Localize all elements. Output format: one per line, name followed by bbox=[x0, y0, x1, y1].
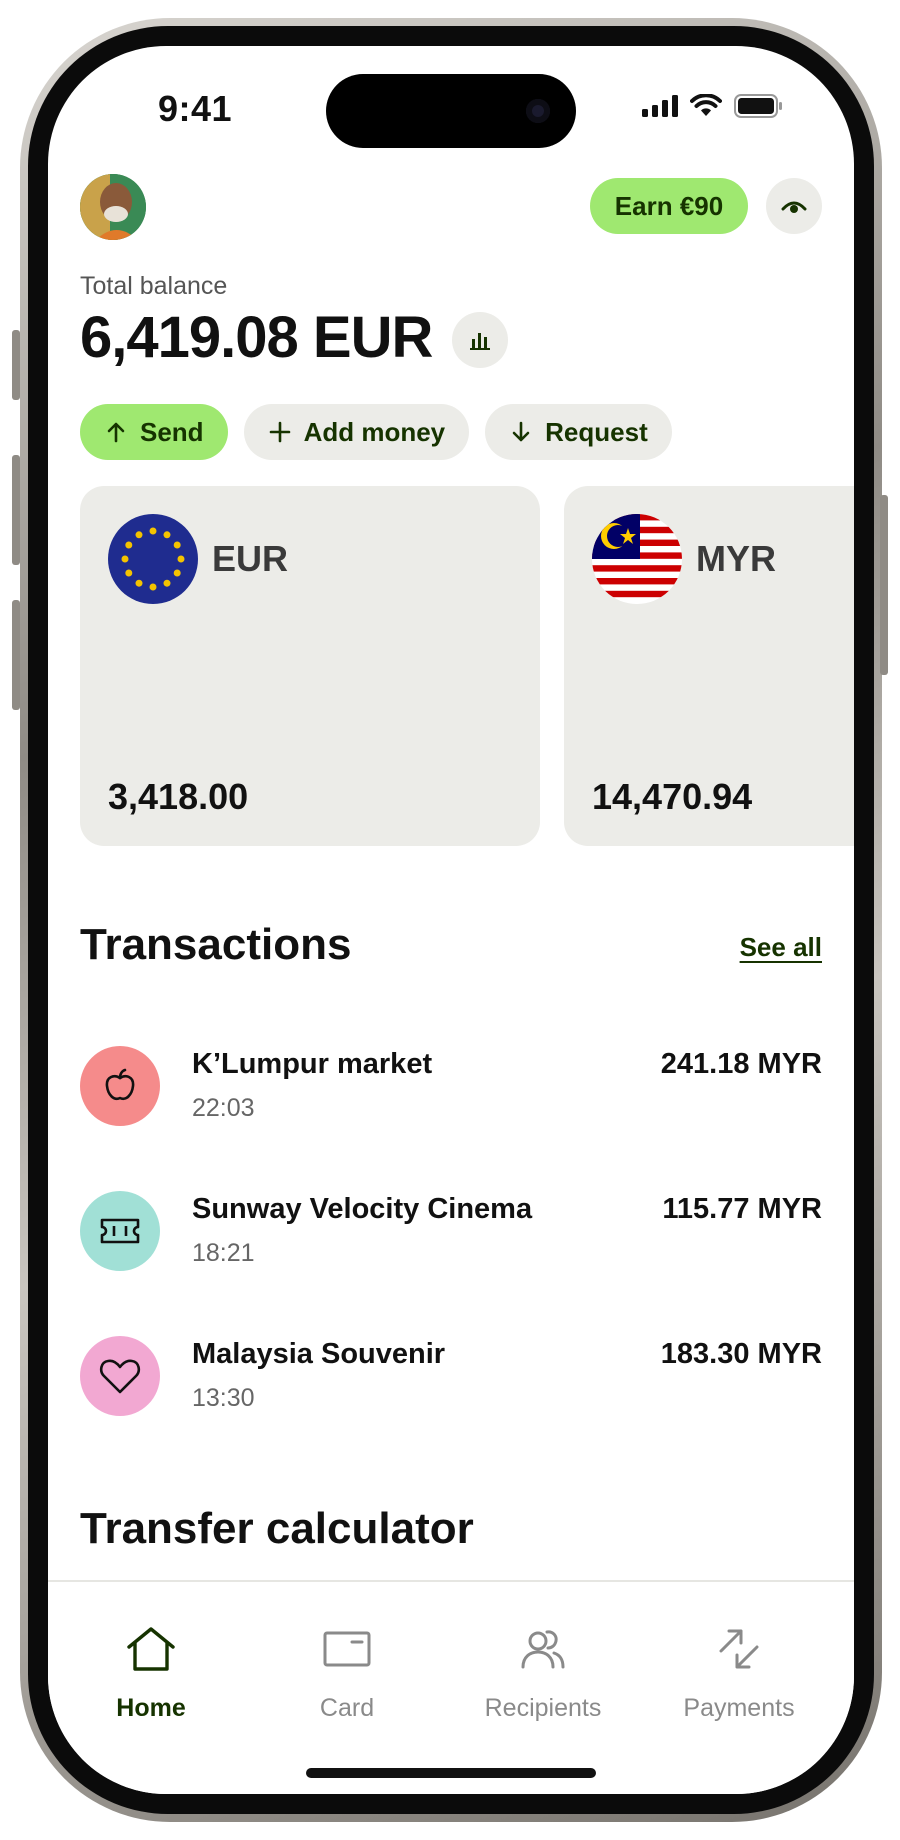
currency-code: EUR bbox=[212, 538, 289, 579]
send-button[interactable]: Send bbox=[80, 404, 228, 460]
transaction-time: 22:03 bbox=[192, 1094, 255, 1122]
bar-chart-icon bbox=[470, 333, 490, 350]
malaysia-flag-icon bbox=[592, 514, 682, 604]
arrow-down-icon bbox=[512, 421, 530, 442]
transaction-time: 18:21 bbox=[192, 1239, 255, 1267]
home-icon bbox=[127, 1627, 175, 1671]
heart-icon bbox=[80, 1336, 160, 1416]
bottom-nav: Home Card Recipients Payments bbox=[48, 1580, 854, 1794]
request-label: Request bbox=[545, 416, 648, 447]
arrow-up-icon bbox=[107, 422, 125, 443]
plus-icon bbox=[269, 421, 290, 443]
visibility-toggle-button[interactable] bbox=[766, 178, 822, 234]
battery-icon bbox=[734, 94, 782, 118]
add-money-button[interactable]: Add money bbox=[243, 404, 470, 460]
nav-item-recipients[interactable]: Recipients bbox=[445, 1618, 641, 1723]
ticket-icon bbox=[80, 1191, 160, 1271]
eu-flag-icon bbox=[108, 514, 198, 604]
send-label: Send bbox=[140, 416, 204, 447]
earn-button[interactable]: Earn €90 bbox=[590, 178, 748, 234]
card-icon bbox=[323, 1631, 371, 1667]
avatar-image bbox=[80, 174, 146, 240]
recipients-icon bbox=[521, 1630, 565, 1669]
eye-icon bbox=[781, 201, 807, 213]
insights-button[interactable] bbox=[452, 312, 508, 368]
add-money-label: Add money bbox=[303, 416, 446, 447]
nav-item-card[interactable]: Card bbox=[249, 1618, 445, 1723]
volume-down-button bbox=[12, 600, 20, 710]
transaction-row[interactable]: Sunway Velocity Cinema 18:21 115.77 MYR bbox=[80, 1191, 822, 1281]
transaction-row[interactable]: K’Lumpur market 22:03 241.18 MYR bbox=[80, 1046, 822, 1136]
transaction-time: 13:30 bbox=[192, 1384, 255, 1412]
payments-icon bbox=[719, 1629, 759, 1669]
status-icons bbox=[642, 94, 784, 118]
total-balance-amount: 6,419.08 EUR bbox=[80, 305, 433, 370]
transaction-name: Malaysia Souvenir bbox=[192, 1338, 446, 1370]
nav-item-home[interactable]: Home bbox=[53, 1618, 249, 1723]
currency-amount: 3,418.00 bbox=[108, 776, 249, 817]
currency-card-myr[interactable]: MYR 14,470.94 bbox=[564, 486, 854, 846]
currency-card-eur[interactable]: EUR 3,418.00 bbox=[80, 486, 540, 846]
dynamic-island bbox=[326, 74, 576, 148]
nav-label: Home bbox=[116, 1694, 186, 1722]
power-button bbox=[880, 495, 888, 675]
volume-up-button bbox=[12, 455, 20, 565]
transaction-name: K’Lumpur market bbox=[192, 1048, 433, 1080]
transaction-amount: 183.30 MYR bbox=[660, 1338, 822, 1370]
transactions-title: Transactions bbox=[80, 920, 352, 969]
transaction-amount: 241.18 MYR bbox=[660, 1048, 822, 1080]
transaction-amount: 115.77 MYR bbox=[662, 1193, 822, 1225]
signal-icon bbox=[642, 95, 678, 117]
transfer-calculator-title: Transfer calculator bbox=[80, 1504, 474, 1553]
apple-icon bbox=[80, 1046, 160, 1126]
app-screen: 9:41 Earn €90 Total balance 6,419.08 EUR… bbox=[48, 46, 854, 1794]
nav-label: Recipients bbox=[484, 1694, 602, 1722]
nav-item-payments[interactable]: Payments bbox=[641, 1618, 837, 1723]
total-balance-label: Total balance bbox=[80, 272, 228, 300]
currency-amount: 14,470.94 bbox=[592, 776, 753, 817]
currency-code: MYR bbox=[696, 538, 776, 579]
home-indicator[interactable] bbox=[306, 1768, 596, 1778]
see-all-link[interactable]: See all bbox=[740, 932, 822, 963]
action-buttons: Send Add money Request bbox=[80, 404, 672, 460]
nav-label: Payments bbox=[683, 1694, 795, 1722]
request-button[interactable]: Request bbox=[485, 404, 672, 460]
wifi-icon bbox=[690, 94, 722, 116]
transaction-name: Sunway Velocity Cinema bbox=[192, 1193, 533, 1225]
status-time: 9:41 bbox=[158, 88, 233, 129]
camera-icon bbox=[526, 99, 550, 123]
avatar[interactable] bbox=[80, 174, 146, 240]
transaction-row[interactable]: Malaysia Souvenir 13:30 183.30 MYR bbox=[80, 1336, 822, 1426]
nav-label: Card bbox=[319, 1694, 375, 1722]
action-button bbox=[12, 330, 20, 400]
